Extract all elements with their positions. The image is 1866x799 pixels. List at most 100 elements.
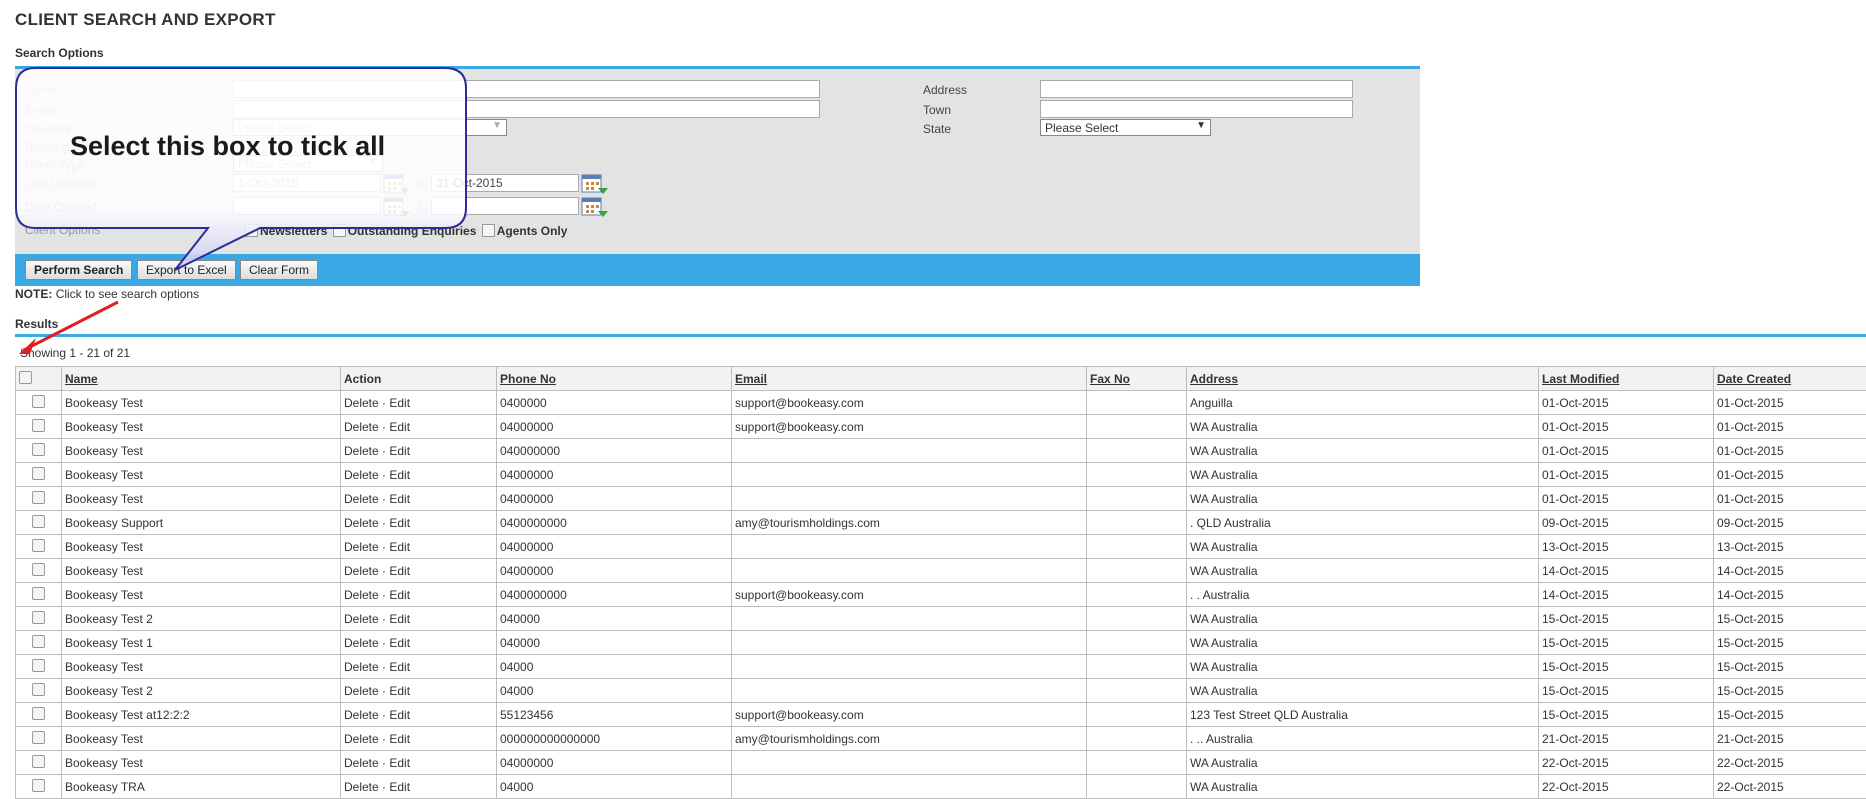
edit-link[interactable]: Edit xyxy=(389,420,410,434)
edit-link[interactable]: Edit xyxy=(389,564,410,578)
cell-name: Bookeasy Test xyxy=(61,390,341,415)
col-name[interactable]: Name xyxy=(61,366,341,391)
row-checkbox[interactable] xyxy=(32,562,45,576)
date-created-from-input[interactable] xyxy=(233,197,381,215)
date-created-to-input[interactable] xyxy=(431,197,579,215)
last-updated-to-input[interactable] xyxy=(431,174,579,192)
delete-link[interactable]: Delete xyxy=(344,516,379,530)
calendar-icon[interactable] xyxy=(581,196,609,220)
note-link[interactable]: Click to see search options xyxy=(56,287,199,301)
cell-last-modified: 14-Oct-2015 xyxy=(1538,558,1714,583)
delete-link[interactable]: Delete xyxy=(344,612,379,626)
last-updated-from-input[interactable] xyxy=(233,174,381,192)
delete-link[interactable]: Delete xyxy=(344,780,379,794)
delete-link[interactable]: Delete xyxy=(344,564,379,578)
edit-link[interactable]: Edit xyxy=(389,492,410,506)
state-select[interactable]: Please Select ▼ xyxy=(1040,119,1211,136)
delete-link[interactable]: Delete xyxy=(344,732,379,746)
row-checkbox[interactable] xyxy=(32,610,45,624)
edit-link[interactable]: Edit xyxy=(389,684,410,698)
col-email[interactable]: Email xyxy=(731,366,1087,391)
edit-link[interactable]: Edit xyxy=(389,540,410,554)
col-fax[interactable]: Fax No xyxy=(1086,366,1187,391)
edit-link[interactable]: Edit xyxy=(389,660,410,674)
row-checkbox[interactable] xyxy=(32,466,45,480)
col-date-created[interactable]: Date Created xyxy=(1713,366,1866,391)
calendar-icon[interactable] xyxy=(383,196,411,220)
clear-form-button[interactable]: Clear Form xyxy=(240,260,319,280)
delete-link[interactable]: Delete xyxy=(344,444,379,458)
edit-link[interactable]: Edit xyxy=(389,756,410,770)
row-checkbox[interactable] xyxy=(32,586,45,600)
cell-phone: 040000000 xyxy=(496,438,732,463)
delete-link[interactable]: Delete xyxy=(344,588,379,602)
delete-link[interactable]: Delete xyxy=(344,708,379,722)
row-checkbox[interactable] xyxy=(32,442,45,456)
name-input[interactable] xyxy=(233,80,820,98)
row-checkbox[interactable] xyxy=(32,730,45,744)
cell-last-modified: 01-Oct-2015 xyxy=(1538,414,1714,439)
delete-link[interactable]: Delete xyxy=(344,756,379,770)
edit-link[interactable]: Edit xyxy=(389,588,410,602)
perform-search-button[interactable]: Perform Search xyxy=(25,260,133,280)
col-address[interactable]: Address xyxy=(1186,366,1539,391)
edit-link[interactable]: Edit xyxy=(389,636,410,650)
edit-link[interactable]: Edit xyxy=(389,780,410,794)
cell-name: Bookeasy Test xyxy=(61,414,341,439)
row-checkbox[interactable] xyxy=(32,514,45,528)
cell-name: Bookeasy Test xyxy=(61,462,341,487)
delete-link[interactable]: Delete xyxy=(344,636,379,650)
cell-date-created: 14-Oct-2015 xyxy=(1713,582,1866,607)
action-separator: · xyxy=(382,731,387,746)
calendar-icon[interactable] xyxy=(581,173,609,197)
table-row: Bookeasy Test 2 Delete · Edit 04000 WA Aust… xyxy=(15,678,1866,703)
delete-link[interactable]: Delete xyxy=(344,540,379,554)
delete-link[interactable]: Delete xyxy=(344,420,379,434)
row-checkbox[interactable] xyxy=(32,706,45,720)
agents-only-checkbox[interactable] xyxy=(481,224,495,237)
row-checkbox[interactable] xyxy=(32,658,45,672)
email-input[interactable] xyxy=(233,100,820,118)
col-last-modified[interactable]: Last Modified xyxy=(1538,366,1714,391)
edit-link[interactable]: Edit xyxy=(389,708,410,722)
newsletters-checkbox[interactable] xyxy=(245,224,258,237)
delete-link[interactable]: Delete xyxy=(344,468,379,482)
delete-link[interactable]: Delete xyxy=(344,492,379,506)
row-checkbox[interactable] xyxy=(32,778,45,792)
delete-link[interactable]: Delete xyxy=(344,396,379,410)
cell-phone: 0400000000 xyxy=(496,510,732,535)
row-checkbox[interactable] xyxy=(32,682,45,696)
calendar-icon[interactable] xyxy=(383,173,411,197)
to-label: To xyxy=(416,200,429,214)
results-label: Results xyxy=(15,317,59,331)
col-phone[interactable]: Phone No xyxy=(496,366,732,391)
export-excel-button[interactable]: Export to Excel xyxy=(137,260,236,280)
edit-link[interactable]: Edit xyxy=(389,612,410,626)
search-options-label[interactable]: Search Options xyxy=(15,46,104,60)
cell-email xyxy=(731,486,1087,511)
edit-link[interactable]: Edit xyxy=(389,444,410,458)
name-label: Name xyxy=(25,83,58,97)
address-input[interactable] xyxy=(1040,80,1353,98)
delete-link[interactable]: Delete xyxy=(344,660,379,674)
row-checkbox[interactable] xyxy=(32,634,45,648)
row-checkbox[interactable] xyxy=(32,538,45,552)
row-checkbox[interactable] xyxy=(32,418,45,432)
row-select-cell xyxy=(15,582,62,607)
edit-link[interactable]: Edit xyxy=(389,516,410,530)
action-separator: · xyxy=(382,563,387,578)
delete-link[interactable]: Delete xyxy=(344,684,379,698)
row-checkbox[interactable] xyxy=(32,394,45,408)
edit-link[interactable]: Edit xyxy=(389,396,410,410)
edit-link[interactable]: Edit xyxy=(389,468,410,482)
town-input[interactable] xyxy=(1040,100,1353,118)
cell-name: Bookeasy Test xyxy=(61,486,341,511)
town-label: Town xyxy=(923,103,952,117)
row-checkbox[interactable] xyxy=(32,490,45,504)
outstanding-enquiries-checkbox[interactable] xyxy=(332,224,346,237)
action-separator: · xyxy=(382,491,387,506)
row-checkbox[interactable] xyxy=(32,754,45,768)
select-all-checkbox[interactable] xyxy=(19,370,32,384)
edit-link[interactable]: Edit xyxy=(389,732,410,746)
cell-phone: 04000000 xyxy=(496,414,732,439)
